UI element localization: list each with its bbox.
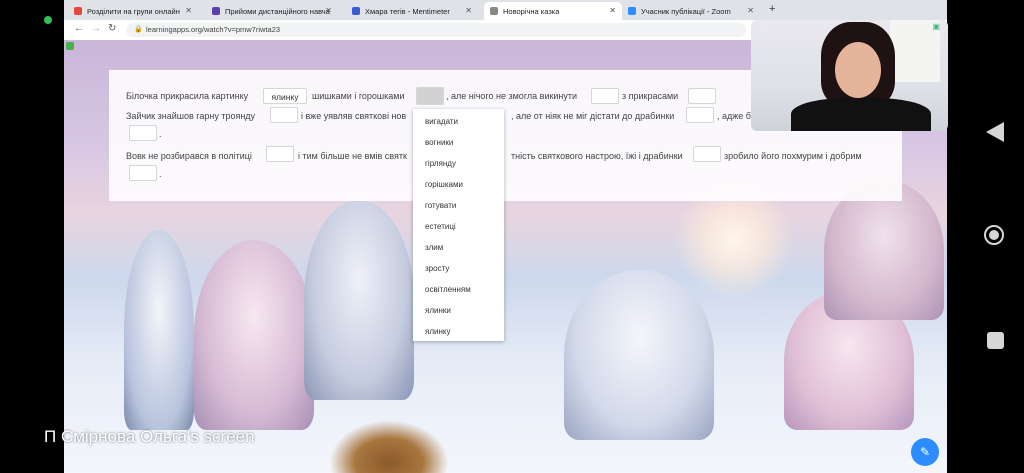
tab-favicon-icon xyxy=(628,7,636,15)
new-tab-button[interactable]: + xyxy=(769,3,775,15)
sentence-text: . xyxy=(159,169,162,179)
sentence-text: з прикрасами xyxy=(622,91,679,101)
close-icon[interactable]: ✕ xyxy=(609,6,616,15)
sentence-text: і вже уявляв святкові нов xyxy=(301,111,407,121)
background-tree xyxy=(194,240,314,430)
sentence-text: тність святкового настрою, їжі і драбинк… xyxy=(511,151,683,161)
dropdown-option[interactable]: горішками xyxy=(425,180,463,189)
tab-label: Прийоми дистанційного навча xyxy=(225,6,330,16)
sentence-text: Білочка прикрасила картинку xyxy=(126,91,249,101)
answer-slot[interactable] xyxy=(266,146,294,162)
sentence-text: Вовк не розбирався в політиці xyxy=(126,151,252,161)
sentence-text: шишками і горошками xyxy=(312,91,405,101)
url-field[interactable]: 🔒 learningapps.org/watch?v=pmw7riwta23 xyxy=(126,23,746,37)
dropdown-option[interactable]: естетиці xyxy=(425,222,456,231)
screen-share-label: П Смірнова Ольга's screen xyxy=(44,427,255,446)
tab-label: Хмара тегів - Mentimeter xyxy=(365,6,450,16)
close-icon[interactable]: ✕ xyxy=(325,6,332,15)
android-recents-icon[interactable] xyxy=(987,332,1004,349)
tab-label: Учасник публікації - Zoom xyxy=(641,6,731,16)
tab-strip: Розділити на групи онлайн ✕ Прийоми дист… xyxy=(64,0,947,20)
word-dropdown: вигадати вогники гірлянду горішками готу… xyxy=(413,109,504,341)
dropdown-option[interactable]: ялинку xyxy=(425,327,450,336)
answer-slot[interactable] xyxy=(270,107,298,123)
dropdown-option[interactable]: освітленням xyxy=(425,285,471,294)
forward-icon[interactable]: → xyxy=(91,23,101,34)
dropdown-option[interactable]: вогники xyxy=(425,138,453,147)
edit-icon[interactable]: ✎ xyxy=(911,438,939,466)
lock-icon: 🔒 xyxy=(134,26,143,33)
dropdown-option[interactable]: зросту xyxy=(425,264,449,273)
android-home-icon[interactable] xyxy=(984,225,1004,245)
background-tree xyxy=(564,270,714,440)
close-icon[interactable]: ✕ xyxy=(747,6,754,15)
tab-favicon-icon xyxy=(352,7,360,15)
tab-label: Розділити на групи онлайн xyxy=(87,6,180,16)
sentence-text: зробило його похмурим і добрим xyxy=(724,151,862,161)
answer-slot[interactable]: ялинку xyxy=(263,88,307,104)
background-tree xyxy=(824,180,944,320)
participant-body xyxy=(791,98,931,131)
answer-slot[interactable] xyxy=(591,88,619,104)
tab-5[interactable]: Учасник публікації - Zoom ✕ xyxy=(622,2,760,20)
sentence-text: . xyxy=(159,129,162,139)
sentence-text: , але нічого не змогла викинути xyxy=(446,91,578,101)
tab-favicon-icon xyxy=(212,7,220,15)
background-tree xyxy=(124,230,194,430)
tab-favicon-icon xyxy=(74,7,82,15)
url-text: learningapps.org/watch?v=pmw7riwta23 xyxy=(146,25,281,34)
answer-slot[interactable] xyxy=(688,88,716,104)
background-tree xyxy=(304,200,414,400)
tab-favicon-icon xyxy=(490,7,498,15)
answer-slot[interactable] xyxy=(686,107,714,123)
tab-label: Новорічна казка xyxy=(503,6,560,16)
sentence-text: Зайчик знайшов гарну троянду xyxy=(126,111,256,121)
video-thumbnail[interactable]: ▣ xyxy=(751,20,948,131)
status-dot xyxy=(44,16,52,24)
dropdown-option[interactable]: злим xyxy=(425,243,443,252)
tab-4[interactable]: Новорічна казка ✕ xyxy=(484,2,622,20)
tab-1[interactable]: Розділити на групи онлайн ✕ xyxy=(68,2,198,20)
close-icon[interactable]: ✕ xyxy=(465,6,472,15)
answer-slot[interactable] xyxy=(693,146,721,162)
sentence-text: , але от ніяк не міг дістати до драбинки xyxy=(511,111,675,121)
android-back-icon[interactable] xyxy=(986,122,1004,142)
sentence-text: , адже б xyxy=(717,111,751,121)
app-icon xyxy=(66,42,74,50)
tab-2[interactable]: Прийоми дистанційного навча ✕ xyxy=(206,2,338,20)
dropdown-option[interactable]: ялинки xyxy=(425,306,451,315)
answer-slot[interactable] xyxy=(129,165,157,181)
fox-image xyxy=(329,420,449,473)
dropdown-option[interactable]: готувати xyxy=(425,201,456,210)
dropdown-option[interactable]: гірлянду xyxy=(425,159,456,168)
close-icon[interactable]: ✕ xyxy=(185,6,192,15)
participant-face xyxy=(835,42,881,98)
tab-3[interactable]: Хмара тегів - Mentimeter ✕ xyxy=(346,2,478,20)
back-icon[interactable]: ← xyxy=(74,23,84,34)
camera-status-icon: ▣ xyxy=(932,22,940,31)
answer-slot-active[interactable] xyxy=(416,87,444,105)
reload-icon[interactable]: ↻ xyxy=(108,23,116,34)
dropdown-option[interactable]: вигадати xyxy=(425,117,458,126)
answer-slot[interactable] xyxy=(129,125,157,141)
sentence-text: і тим більше не вмів святк xyxy=(298,151,407,161)
